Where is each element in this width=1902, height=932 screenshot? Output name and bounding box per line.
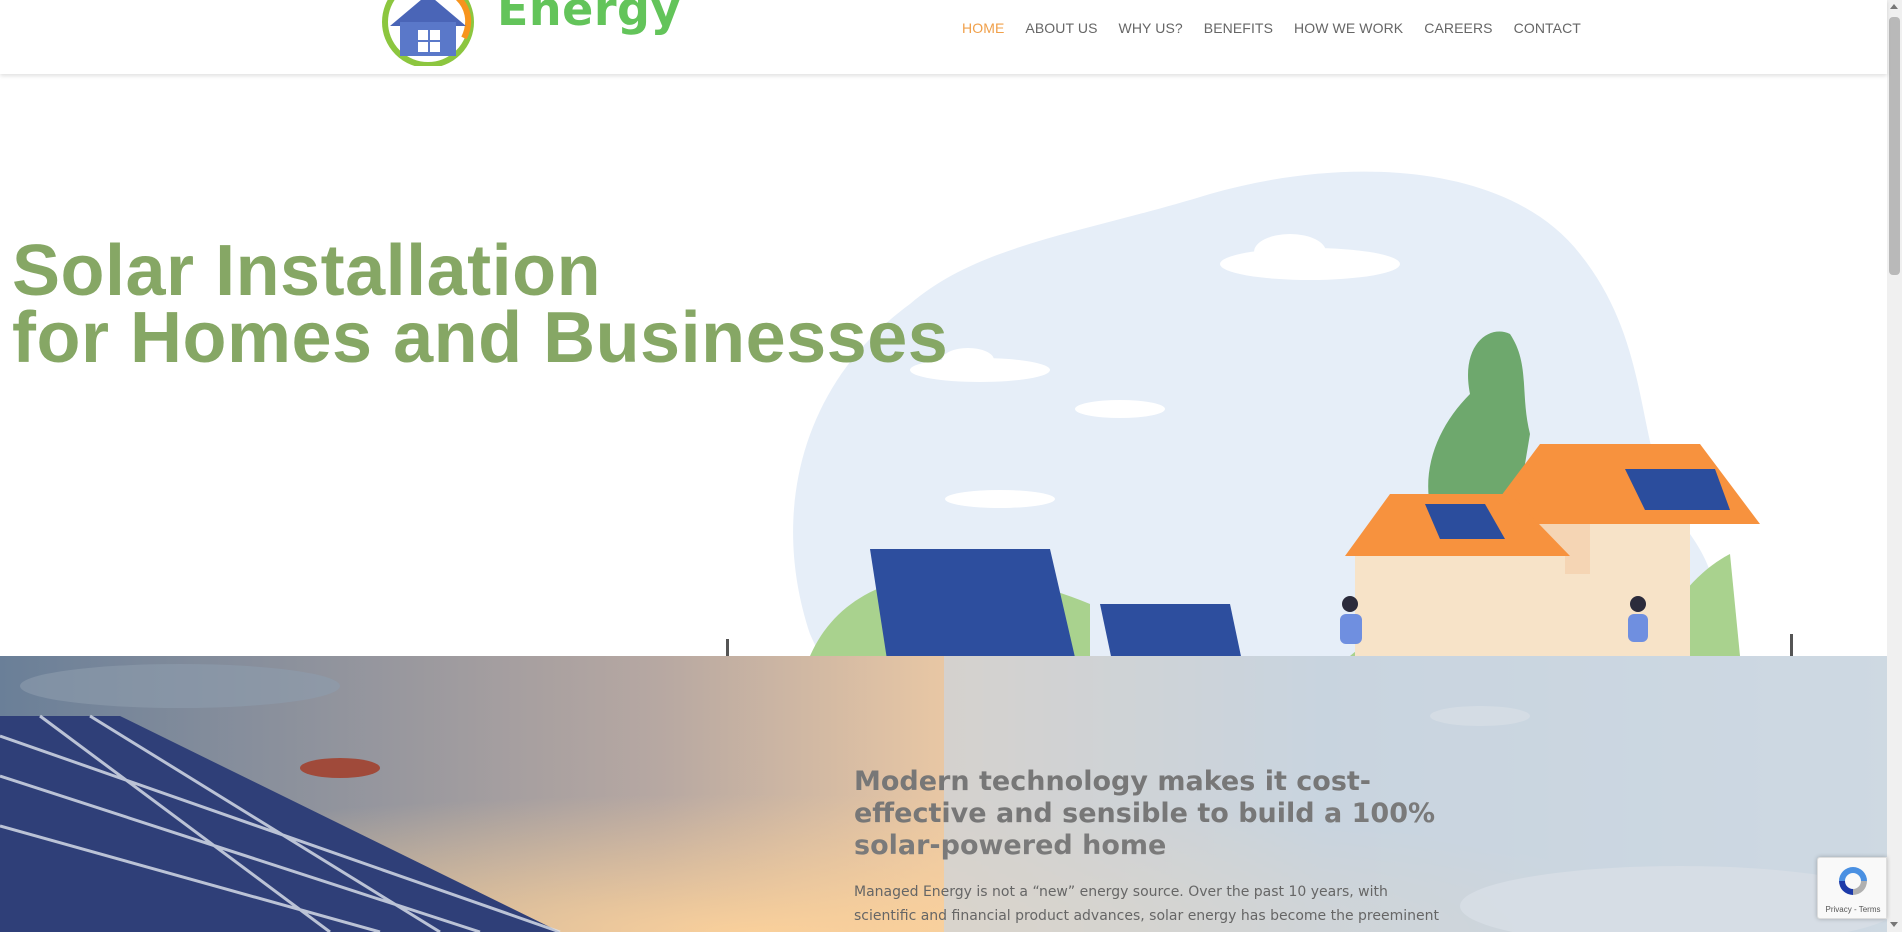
nav-how-we-work[interactable]: HOW WE WORK xyxy=(1294,20,1403,36)
recaptcha-icon xyxy=(1839,867,1867,895)
recaptcha-privacy-terms[interactable]: Privacy - Terms xyxy=(1822,905,1884,914)
hero-title: Solar Installation for Homes and Busines… xyxy=(12,231,949,378)
logo-wordmark: Energy xyxy=(497,0,681,36)
main-nav: HOME ABOUT US WHY US? BENEFITS HOW WE WO… xyxy=(962,20,1581,36)
hero-section: Solar Installation for Homes and Busines… xyxy=(0,74,1887,656)
site-header: Energy HOME ABOUT US WHY US? BENEFITS HO… xyxy=(0,0,1887,74)
recaptcha-badge[interactable]: Privacy - Terms xyxy=(1817,857,1887,919)
page-scrollbar[interactable] xyxy=(1887,0,1902,932)
nav-careers[interactable]: CAREERS xyxy=(1424,20,1492,36)
section-heading: Modern technology makes it cost-effectiv… xyxy=(854,766,1454,862)
solar-home-section: Modern technology makes it cost-effectiv… xyxy=(0,656,1887,932)
house-logo-icon xyxy=(382,0,474,66)
info-block: Modern technology makes it cost-effectiv… xyxy=(854,766,1454,932)
nav-why-us[interactable]: WHY US? xyxy=(1119,20,1183,36)
hero-title-line2: for Homes and Businesses xyxy=(12,298,949,378)
nav-about-us[interactable]: ABOUT US xyxy=(1025,20,1097,36)
site-logo[interactable]: Energy xyxy=(372,0,692,66)
nav-benefits[interactable]: BENEFITS xyxy=(1204,20,1273,36)
scroll-up-arrow-icon[interactable] xyxy=(1890,4,1898,9)
hero-title-line1: Solar Installation xyxy=(12,231,602,311)
nav-contact[interactable]: CONTACT xyxy=(1514,20,1581,36)
scroll-down-arrow-icon[interactable] xyxy=(1890,922,1898,927)
solar-house-illustration xyxy=(726,171,1793,656)
scroll-thumb[interactable] xyxy=(1889,17,1900,275)
section-heading-text: Modern technology makes it cost-effectiv… xyxy=(854,766,1372,829)
section-body: Managed Energy is not a “new” energy sou… xyxy=(854,884,1439,924)
nav-home[interactable]: HOME xyxy=(962,20,1004,36)
